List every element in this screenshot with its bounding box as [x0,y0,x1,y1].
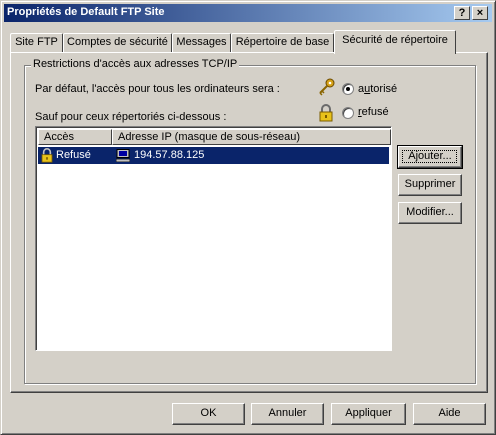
group-title: Restrictions d'accès aux adresses TCP/IP [31,58,240,70]
window-title: Propriétés de Default FTP Site [7,6,165,18]
denied-radio-label[interactable]: refusé [358,106,389,118]
column-header-ip-address[interactable]: Adresse IP (masque de sous-réseau) [112,129,391,145]
computer-icon [116,149,130,162]
apply-button[interactable]: Appliquer [331,403,406,425]
tab-panel: Restrictions d'accès aux adresses TCP/IP… [10,52,488,393]
properties-dialog: Propriétés de Default FTP Site ? × Site … [0,0,496,435]
exceptions-label: Sauf pour ceux répertoriés ci-dessous : [35,111,227,123]
cancel-button-label: Annuler [268,407,307,419]
column-header-access[interactable]: Accès [38,129,112,145]
list-item[interactable]: Refusé 194.57.88.125 [38,147,389,164]
tab-label: Répertoire de base [235,36,330,48]
tab-label: Messages [176,36,227,48]
tab-comptes-securite[interactable]: Comptes de sécurité [63,33,172,52]
tab-label: Site FTP [15,36,58,48]
row-ip-address: 194.57.88.125 [134,149,205,161]
ok-button-label: OK [200,407,217,419]
lock-icon [41,148,53,163]
cancel-button[interactable]: Annuler [251,403,324,425]
edit-button[interactable]: Modifier... [398,202,462,224]
row-access: Refusé [56,149,91,161]
denied-radio[interactable] [342,107,354,119]
add-button[interactable]: Ajouter... [397,145,463,169]
title-bar[interactable]: Propriétés de Default FTP Site ? × [4,4,492,22]
tab-label: Comptes de sécurité [67,36,168,48]
edit-button-label: Modifier... [406,206,454,218]
tab-messages[interactable]: Messages [172,33,231,52]
close-button[interactable]: × [472,6,488,20]
granted-radio-label[interactable]: autorisé [358,83,397,95]
ok-button[interactable]: OK [172,403,245,425]
tab-label: Sécurité de répertoire [342,34,448,46]
lock-icon [319,104,333,122]
remove-button-label: Supprimer [404,178,456,190]
ip-list[interactable]: Accès Adresse IP (masque de sous-réseau)… [35,126,392,351]
default-access-label: Par défaut, l'accès pour tous les ordina… [35,83,280,95]
remove-button[interactable]: Supprimer [398,174,462,196]
tab-site-ftp[interactable]: Site FTP [10,33,63,52]
help-dialog-button[interactable]: Aide [413,403,486,425]
help-button[interactable]: ? [454,6,470,20]
help-dialog-button-label: Aide [438,407,461,419]
tab-securite-repertoire[interactable]: Sécurité de répertoire [334,30,456,54]
tab-repertoire-base[interactable]: Répertoire de base [231,33,334,52]
key-icon [319,78,335,96]
granted-radio[interactable] [342,83,354,95]
apply-button-label: Appliquer [345,407,392,419]
